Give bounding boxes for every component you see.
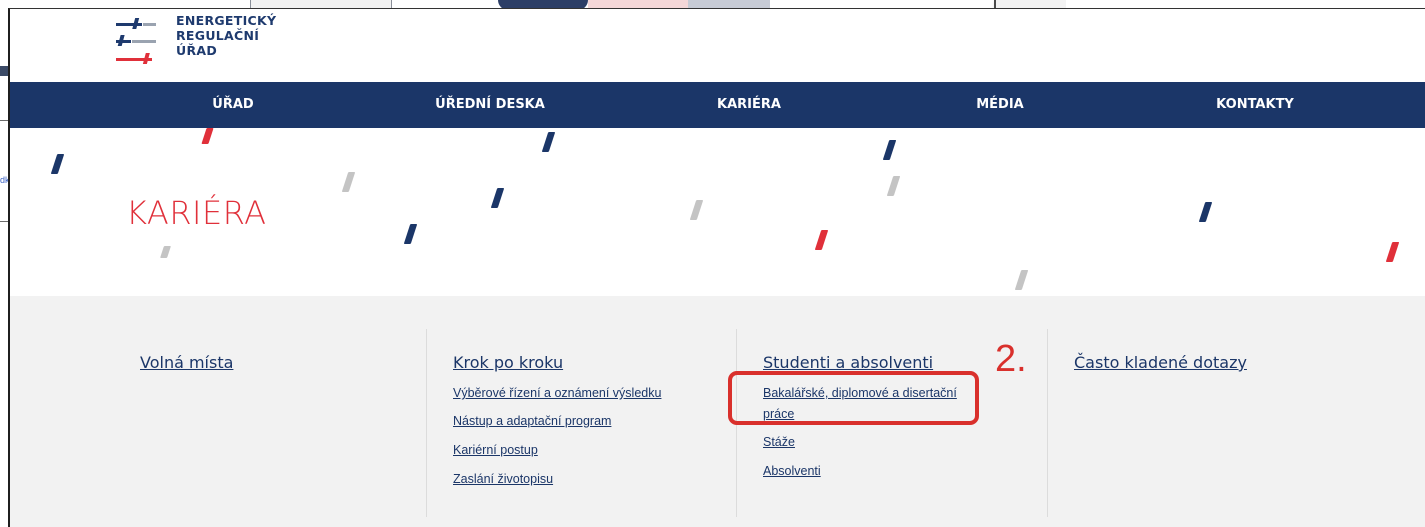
heading-studenti-absolventi[interactable]: Studenti a absolventi xyxy=(763,353,933,372)
link-karierni-postup[interactable]: Kariérní postup xyxy=(453,443,538,457)
decor-dash xyxy=(689,200,704,220)
column-volna-mista: Volná místa xyxy=(140,329,420,517)
column-krok-po-kroku: Krok po kroku Výběrové řízení a oznámení… xyxy=(426,329,727,517)
decor-dash xyxy=(490,188,505,208)
decor-dash xyxy=(886,176,901,196)
nav-item-kontakty[interactable]: KONTAKTY xyxy=(1216,82,1294,128)
annotation-highlight-box xyxy=(728,371,979,425)
main-navigation: ÚŘAD ÚŘEDNÍ DESKA KARIÉRA MÉDIA KONTAKTY xyxy=(10,82,1425,128)
decor-dash xyxy=(1198,202,1213,222)
page-title: KARIÉRA xyxy=(126,194,267,232)
decor-dash xyxy=(541,132,556,152)
link-vyberove-rizeni[interactable]: Výběrové řízení a oznámení výsledku xyxy=(453,386,661,400)
decor-dash xyxy=(1014,270,1029,290)
decor-dash xyxy=(814,230,829,250)
heading-volna-mista[interactable]: Volná místa xyxy=(140,353,233,372)
logo-text: ENERGETICKÝ REGULAČNÍ ÚŘAD xyxy=(176,13,276,58)
career-menu-section: Volná místa Krok po kroku Výběrové řízen… xyxy=(10,296,1425,527)
decor-dash xyxy=(341,172,356,192)
nav-item-media[interactable]: MÉDIA xyxy=(976,82,1024,128)
link-nastup-adaptacni-program[interactable]: Nástup a adaptační program xyxy=(453,414,611,428)
nav-item-uredni-deska[interactable]: ÚŘEDNÍ DESKA xyxy=(435,82,545,128)
decor-dash xyxy=(50,154,65,174)
nav-item-urad[interactable]: ÚŘAD xyxy=(212,82,253,128)
heading-krok-po-kroku[interactable]: Krok po kroku xyxy=(453,353,563,372)
decor-dash xyxy=(403,224,418,244)
decor-dash xyxy=(160,246,171,258)
nav-item-kariera[interactable]: KARIÉRA xyxy=(717,82,781,128)
logo-line-2: REGULAČNÍ xyxy=(176,28,260,43)
annotation-step-number: 2. xyxy=(995,338,1027,380)
decor-dash xyxy=(1385,242,1400,262)
link-zaslani-zivotopisu[interactable]: Zaslání životopisu xyxy=(453,472,553,486)
ero-logo[interactable]: ENERGETICKÝ REGULAČNÍ ÚŘAD xyxy=(110,13,310,73)
website-screenshot: ENERGETICKÝ REGULAČNÍ ÚŘAD ÚŘAD ÚŘEDNÍ D… xyxy=(8,8,1425,527)
logo-line-3: ÚŘAD xyxy=(176,43,218,58)
link-staze[interactable]: Stáže xyxy=(763,435,795,449)
heading-caste-dotazy[interactable]: Často kladené dotazy xyxy=(1074,353,1247,372)
column-caste-dotazy: Často kladené dotazy xyxy=(1047,329,1348,517)
ero-logo-icon xyxy=(116,18,156,64)
decor-dash xyxy=(882,140,897,160)
link-absolventi[interactable]: Absolventi xyxy=(763,464,821,478)
hero-banner: KARIÉRA xyxy=(10,128,1425,296)
logo-line-1: ENERGETICKÝ xyxy=(176,13,277,28)
decor-dash xyxy=(201,128,214,144)
